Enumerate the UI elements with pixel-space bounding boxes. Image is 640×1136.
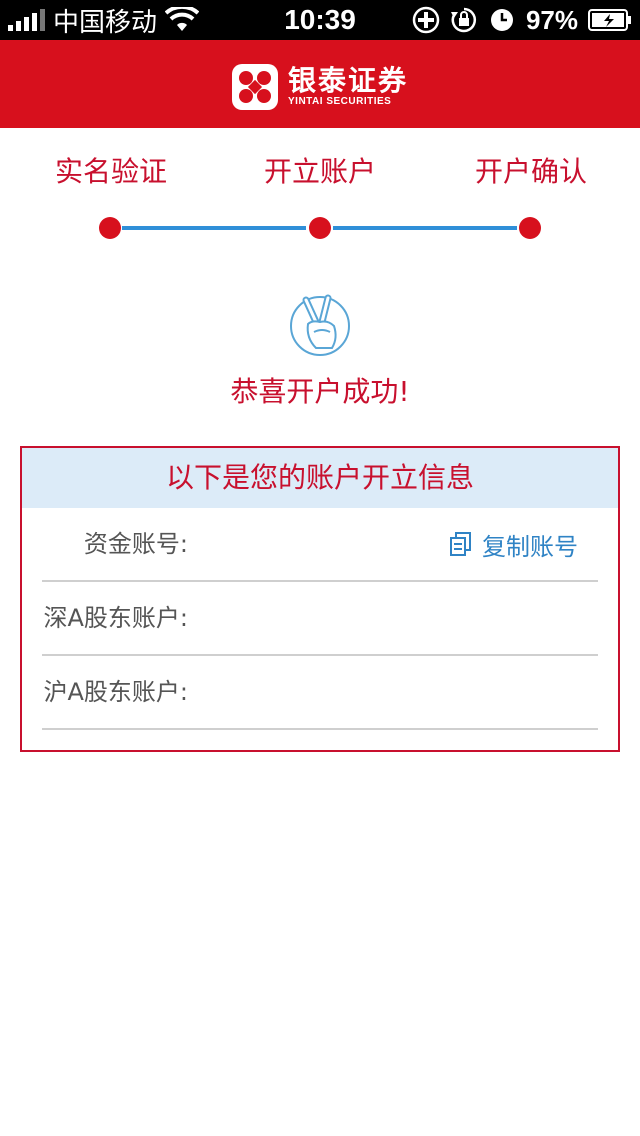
brand-name-en: YINTAI SECURITIES <box>288 96 392 107</box>
fund-account-label: 资金账号: <box>83 530 188 558</box>
step-label-verify: 实名验证 <box>55 155 168 188</box>
brand-logo: 银泰证券 YINTAI SECURITIES <box>232 64 408 110</box>
step-label-confirm: 开户确认 <box>475 155 588 188</box>
copy-account-button[interactable]: 复制账号 <box>450 508 578 580</box>
copy-icon <box>450 532 471 556</box>
shanghai-a-account-row: 沪A股东账户: <box>42 656 598 730</box>
success-message: 恭喜开户成功! <box>230 375 410 408</box>
step-dot-3 <box>519 217 541 239</box>
step-connector-2 <box>333 226 517 230</box>
account-info-title: 以下是您的账户开立信息 <box>22 448 618 508</box>
step-labels: 实名验证 开立账户 开户确认 <box>0 150 640 194</box>
status-left: 中国移动 <box>8 0 200 40</box>
shenzhen-a-account-label: 深A股东账户: <box>43 604 188 632</box>
shenzhen-a-account-row: 深A股东账户: <box>42 582 598 656</box>
copy-account-label: 复制账号 <box>482 532 578 561</box>
signal-icon <box>8 9 45 31</box>
app-header: 银泰证券 YINTAI SECURITIES <box>0 40 640 128</box>
battery-percent: 97% <box>525 4 578 35</box>
shanghai-a-account-label: 沪A股东账户: <box>43 678 188 706</box>
clock-icon <box>490 9 513 31</box>
status-bar: 中国移动 10:39 97% <box>0 0 640 40</box>
wifi-icon <box>165 7 200 31</box>
yintai-logo-icon <box>232 64 278 110</box>
progress-stepper <box>0 216 640 240</box>
status-right: 97% <box>412 0 632 40</box>
carrier-name: 中国移动 <box>53 6 158 37</box>
step-dot-2 <box>309 217 331 239</box>
victory-hand-icon <box>290 294 350 356</box>
add-circle-icon <box>412 6 440 34</box>
fund-account-row: 资金账号: 复制账号 <box>42 508 598 582</box>
account-info-box: 以下是您的账户开立信息 资金账号: 复制账号 深A股东账户: 沪A股东账户: <box>20 446 620 752</box>
step-label-open: 开立账户 <box>264 155 377 188</box>
battery-icon <box>588 9 631 31</box>
rotation-lock-icon <box>450 7 476 33</box>
step-dot-1 <box>99 217 121 239</box>
brand-name-cn: 银泰证券 <box>288 64 409 97</box>
step-connector-1 <box>122 226 306 230</box>
